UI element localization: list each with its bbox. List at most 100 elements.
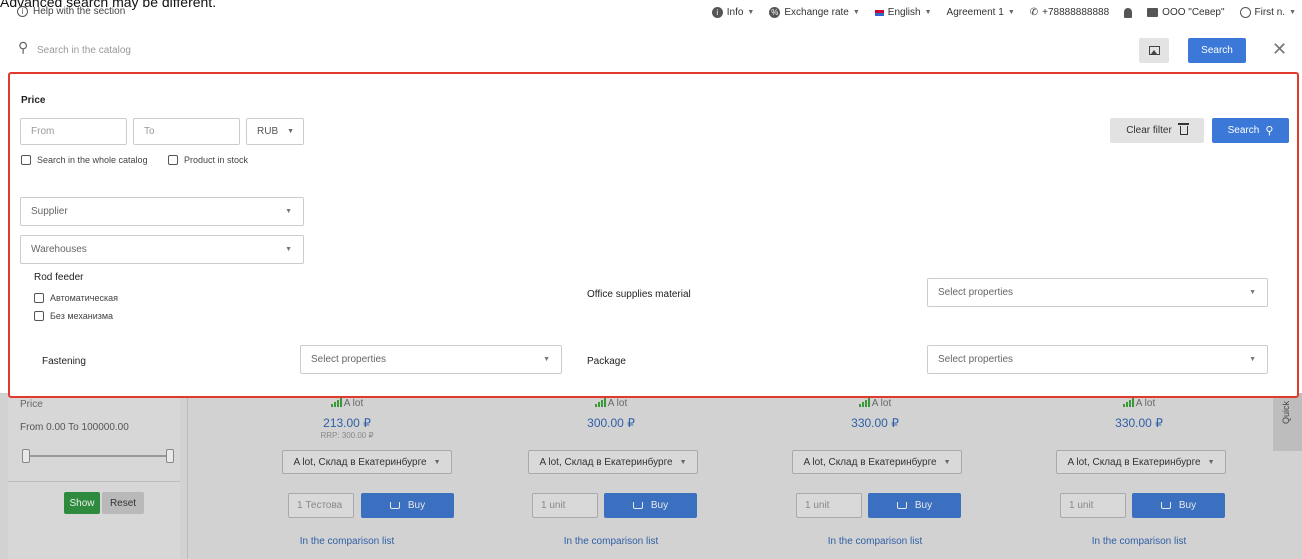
availability-label: A lot: [607, 398, 628, 409]
warehouse-select[interactable]: A lot, Склад в Екатеринбурге ▼: [528, 450, 698, 474]
filter-search-label: Search: [1227, 125, 1260, 136]
cart-icon: [1160, 502, 1171, 509]
help-link[interactable]: i Help with the section: [17, 6, 125, 17]
chevron-down-icon: ▼: [1249, 356, 1256, 363]
info-label: Info: [726, 7, 744, 18]
cart-icon: [632, 502, 643, 509]
search-input[interactable]: Search in the catalog: [37, 45, 131, 56]
warehouse-value: A lot, Склад в Екатеринбурге: [803, 456, 937, 468]
quantity-input[interactable]: 1 unit: [1060, 493, 1126, 518]
rod-feeder-option-label: Автоматическая: [50, 293, 118, 303]
filter-search-button[interactable]: Search ⚲: [1212, 118, 1289, 143]
package-select[interactable]: Select properties ▼: [927, 345, 1268, 374]
buy-button[interactable]: Buy: [868, 493, 961, 518]
show-button[interactable]: Show: [64, 492, 100, 514]
warehouse-value: A lot, Склад в Екатеринбурге: [293, 456, 427, 468]
phone-icon: ✆: [1029, 7, 1039, 18]
warehouse-select[interactable]: A lot, Склад в Екатеринбурге ▼: [282, 450, 452, 474]
compare-link[interactable]: In the comparison list: [222, 536, 472, 547]
percent-icon: %: [769, 7, 781, 18]
agreement-menu[interactable]: Agreement 1 ▼: [947, 7, 1015, 18]
buy-button[interactable]: Buy: [361, 493, 454, 518]
trash-icon: [1177, 123, 1189, 135]
whole-catalog-label: Search in the whole catalog: [37, 155, 148, 165]
top-nav: i Info ▼ % Exchange rate ▼ English ▼ Agr…: [697, 7, 1296, 18]
sidebar-divider: [8, 481, 180, 482]
office-supplies-label: Office supplies material: [587, 289, 691, 300]
clear-filter-button[interactable]: Clear filter: [1110, 118, 1204, 143]
catalog-background: Price From 0.00 To 100000.00 Show Reset …: [0, 393, 1302, 559]
fastening-label: Fastening: [42, 356, 86, 367]
compare-link[interactable]: In the comparison list: [1014, 536, 1264, 547]
product-price: 330.00 ₽: [851, 416, 899, 430]
price-slider[interactable]: [22, 449, 174, 463]
chevron-down-icon: ▼: [287, 128, 294, 135]
reset-button[interactable]: Reset: [102, 492, 144, 514]
package-label: Package: [587, 356, 626, 367]
rod-feeder-option-label: Без механизма: [50, 311, 114, 321]
language-menu[interactable]: English ▼: [874, 7, 932, 18]
chevron-down-icon: ▼: [543, 356, 550, 363]
price-label: Price: [20, 399, 43, 410]
chevron-down-icon: ▼: [1289, 9, 1296, 16]
slider-handle-max[interactable]: [166, 449, 174, 463]
quantity-input[interactable]: 1 unit: [796, 493, 862, 518]
buy-label: Buy: [1178, 500, 1197, 511]
rod-feeder-label: Rod feeder: [34, 272, 84, 283]
quick-view-tab[interactable]: Quick: [1273, 393, 1302, 451]
company-menu[interactable]: ООО "Север": [1147, 7, 1225, 18]
exchange-rate-menu[interactable]: % Exchange rate ▼: [769, 7, 860, 18]
search-button[interactable]: Search: [1188, 38, 1246, 63]
chevron-down-icon: ▼: [924, 9, 932, 16]
buy-label: Buy: [914, 500, 933, 511]
briefcase-icon: [1147, 8, 1159, 17]
price-heading: Price: [21, 95, 46, 106]
currency-select[interactable]: RUB ▼: [246, 118, 304, 145]
warehouse-value: A lot, Склад в Екатеринбурге: [1067, 456, 1201, 468]
search-icon: ⚲: [1265, 125, 1274, 137]
user-icon: [1239, 7, 1251, 18]
chevron-down-icon: ▼: [433, 458, 441, 466]
price-to-input[interactable]: To: [133, 118, 240, 145]
buy-button[interactable]: Buy: [604, 493, 697, 518]
chevron-down-icon: ▼: [852, 9, 860, 16]
availability: A lot: [750, 398, 1000, 409]
user-menu[interactable]: First n. ▼: [1239, 7, 1296, 18]
slider-handle-min[interactable]: [22, 449, 30, 463]
phone-link[interactable]: ✆ +78888888888: [1030, 7, 1109, 18]
whole-catalog-checkbox[interactable]: Search in the whole catalog: [21, 155, 148, 165]
buy-button[interactable]: Buy: [1132, 493, 1225, 518]
product-card: A lot 330.00 ₽ A lot, Склад в Екатеринбу…: [1014, 393, 1264, 559]
office-supplies-select[interactable]: Select properties ▼: [927, 278, 1268, 307]
cart-icon: [389, 502, 400, 509]
warehouse-select[interactable]: A lot, Склад в Екатеринбурге ▼: [1056, 450, 1226, 474]
fastening-select[interactable]: Select properties ▼: [300, 345, 562, 374]
availability: A lot: [486, 398, 736, 409]
rod-feeder-option[interactable]: Автоматическая: [34, 293, 118, 303]
product-card: A lot 300.00 ₽ A lot, Склад в Екатеринбу…: [486, 393, 736, 559]
chevron-down-icon: ▼: [285, 246, 292, 253]
company-label: ООО "Север": [1162, 7, 1225, 18]
compare-link[interactable]: In the comparison list: [750, 536, 1000, 547]
rod-feeder-option[interactable]: Без механизма: [34, 311, 113, 321]
info-menu[interactable]: i Info ▼: [711, 7, 754, 18]
in-stock-checkbox[interactable]: Product in stock: [168, 155, 248, 165]
compare-link[interactable]: In the comparison list: [486, 536, 736, 547]
quantity-input[interactable]: 1 unit: [532, 493, 598, 518]
fastening-value: Select properties: [311, 354, 387, 365]
catalog-search-bar: ⚲ Search in the catalog Search ✕: [0, 32, 1302, 70]
buy-label: Buy: [650, 500, 669, 511]
image-search-button[interactable]: [1139, 38, 1169, 63]
supplier-select[interactable]: Supplier ▼: [20, 197, 304, 226]
price-from-input[interactable]: From: [20, 118, 127, 145]
phone-label: +78888888888: [1042, 7, 1110, 18]
quantity-input[interactable]: 1 Тестова: [288, 493, 354, 518]
warehouses-select[interactable]: Warehouses ▼: [20, 235, 304, 264]
currency-value: RUB: [257, 126, 279, 137]
warehouse-select[interactable]: A lot, Склад в Екатеринбурге ▼: [792, 450, 962, 474]
checkbox-icon: [34, 293, 44, 303]
notifications-button[interactable]: [1124, 7, 1133, 18]
quick-tab-label: Quick: [1281, 401, 1291, 425]
user-label: First n.: [1254, 7, 1286, 18]
close-icon[interactable]: ✕: [1272, 39, 1287, 60]
